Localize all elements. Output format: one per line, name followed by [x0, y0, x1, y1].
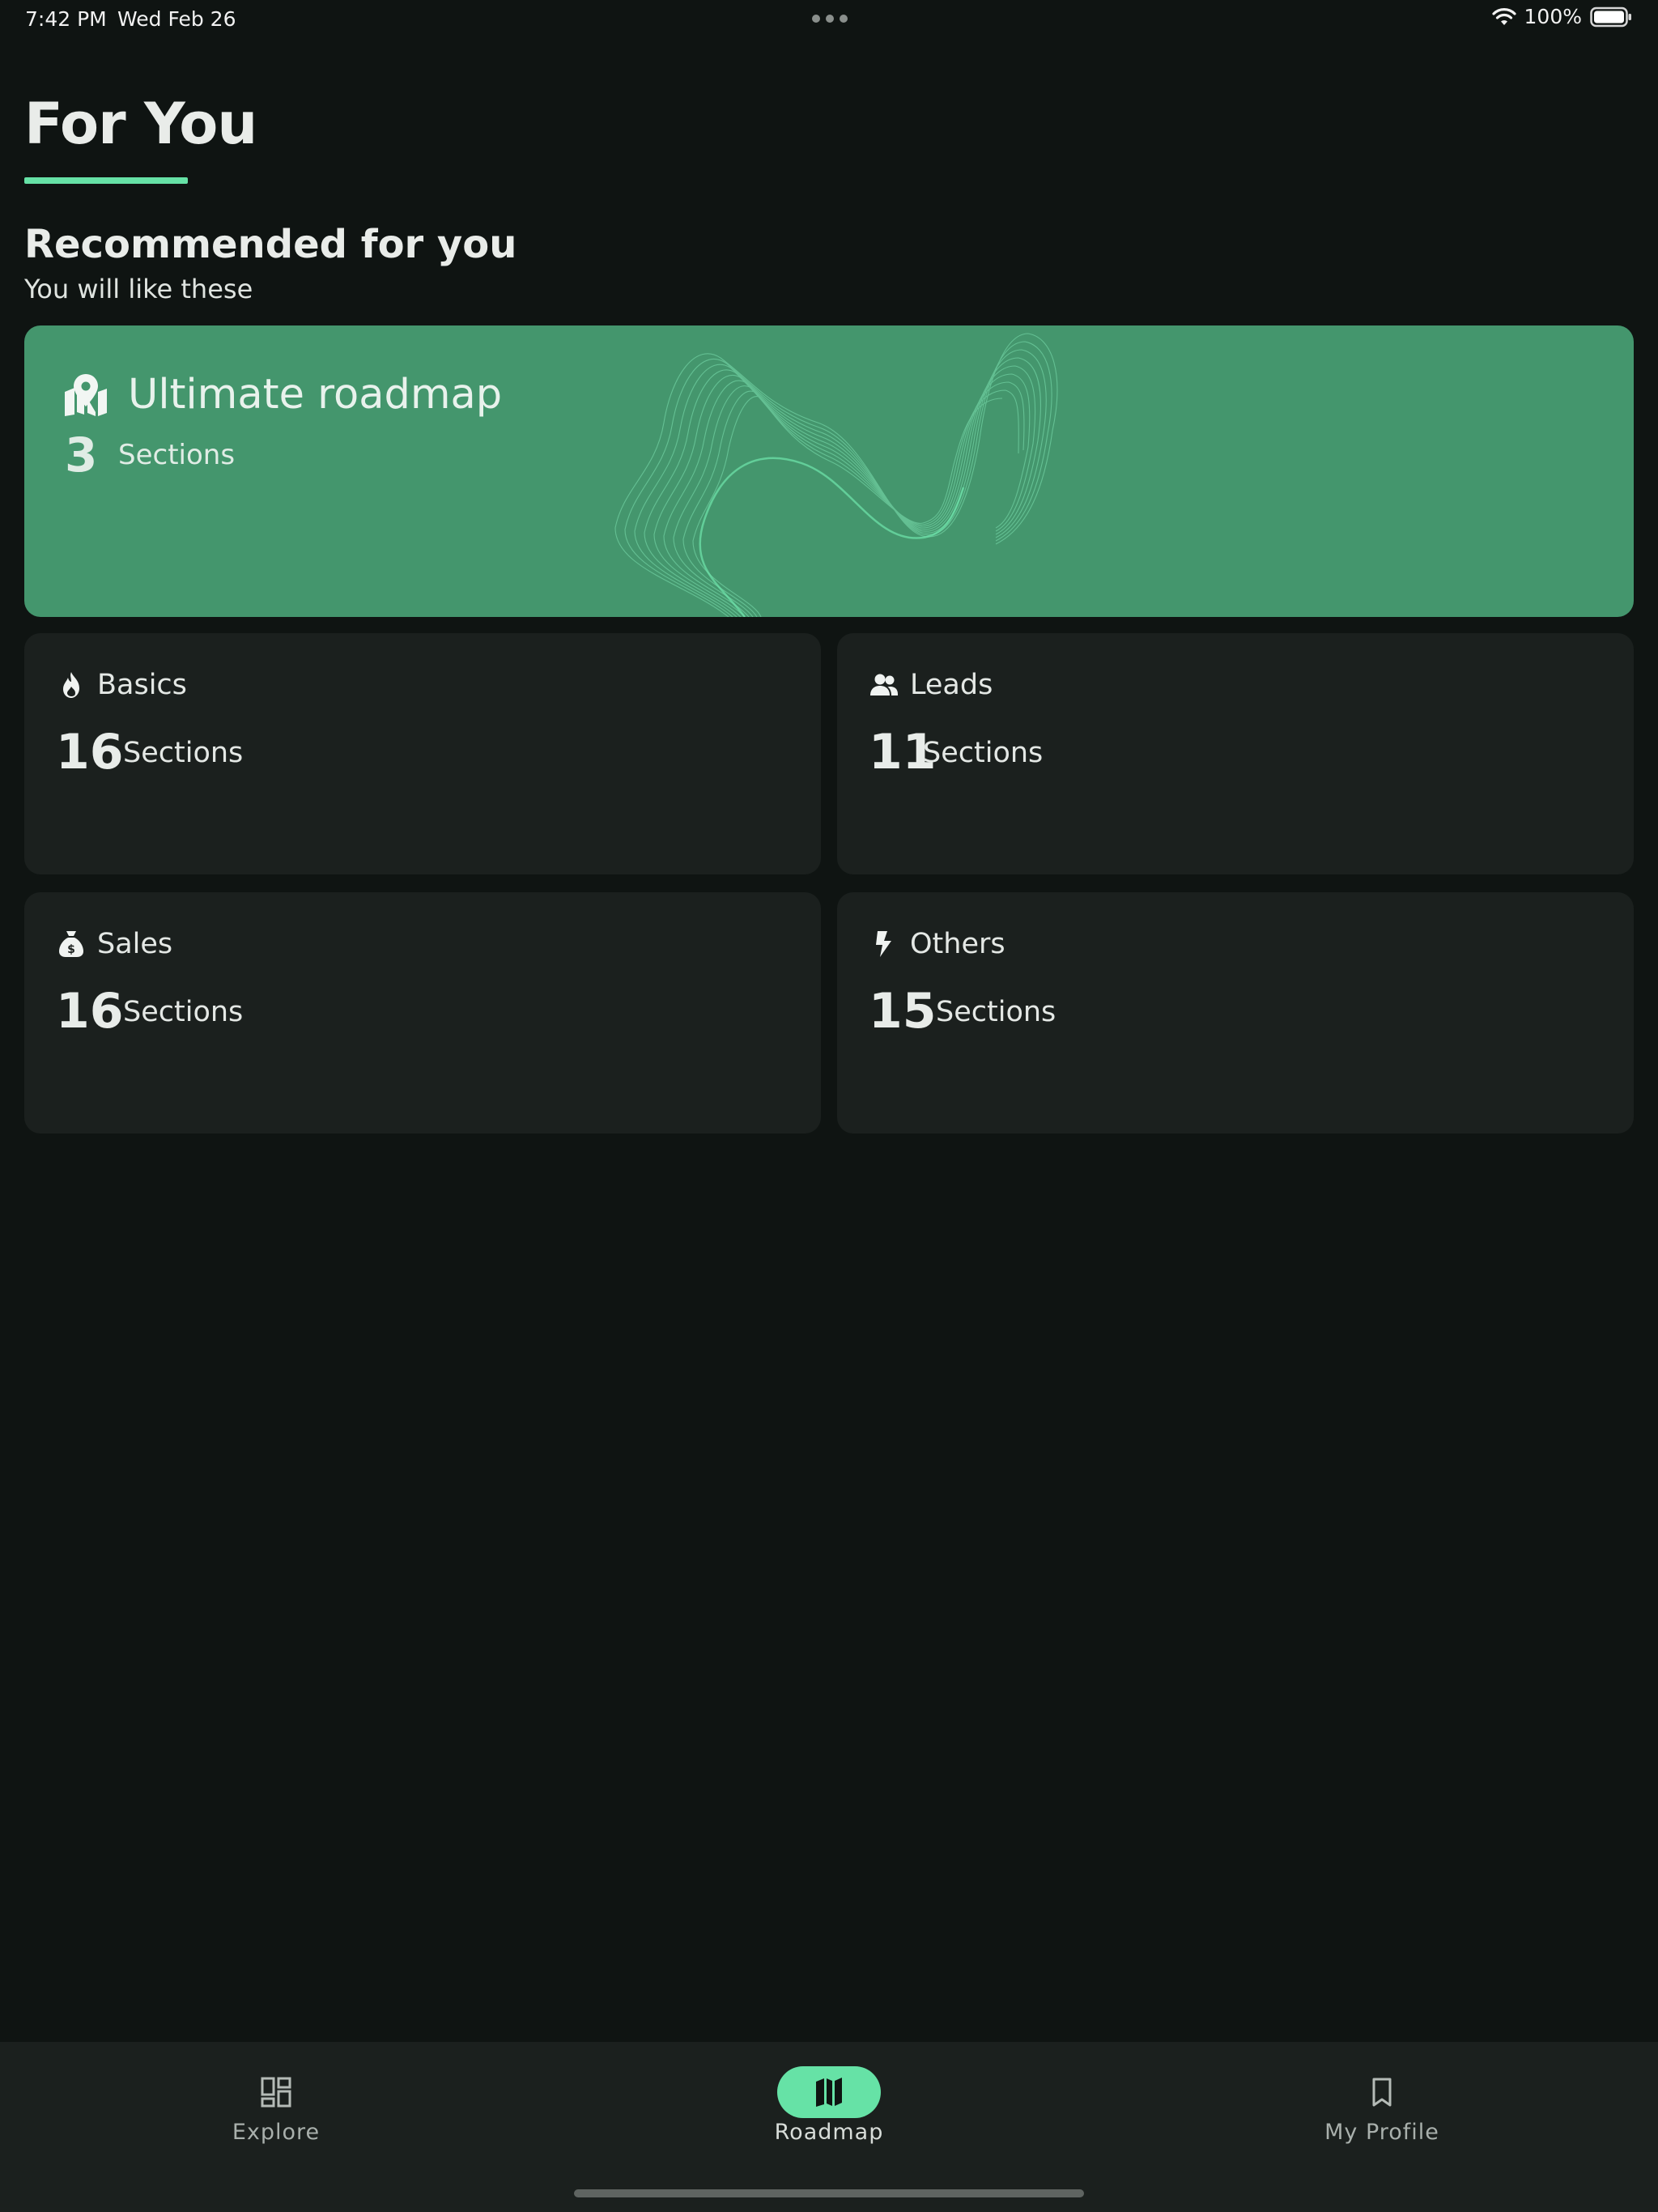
nav-label-explore: Explore: [232, 2120, 321, 2145]
category-card-basics[interactable]: Basics 16 Sections: [24, 633, 821, 874]
wave-pattern-graphic: [614, 333, 1058, 617]
category-sections-label: Sections: [123, 737, 244, 769]
battery-percentage: 100%: [1524, 5, 1582, 28]
nav-item-my-profile[interactable]: My Profile: [1261, 2042, 1503, 2155]
nav-icon-container: [1330, 2066, 1434, 2118]
nav-label-roadmap: Roadmap: [774, 2120, 884, 2145]
featured-roadmap-card[interactable]: Ultimate roadmap 3 Sections: [24, 325, 1634, 617]
nav-label-my-profile: My Profile: [1324, 2120, 1439, 2145]
nav-item-explore[interactable]: Explore: [155, 2042, 397, 2155]
battery-icon: [1590, 6, 1631, 27]
multitasking-dots[interactable]: [812, 15, 848, 23]
category-label: Others: [910, 928, 1005, 960]
nav-icon-container: [224, 2066, 328, 2118]
money-bag-icon: $: [59, 931, 83, 957]
category-label: Basics: [97, 669, 187, 701]
category-section-count: 16: [56, 724, 124, 781]
nav-icon-container-active: [777, 2066, 881, 2118]
category-card-leads[interactable]: Leads 11 Sections: [837, 633, 1634, 874]
category-card-sales[interactable]: $ Sales 16 Sections: [24, 892, 821, 1134]
category-sections-label: Sections: [936, 996, 1056, 1028]
category-section-count: 15: [869, 983, 937, 1040]
svg-text:$: $: [67, 943, 75, 956]
status-date: Wed Feb 26: [117, 7, 236, 31]
category-sections-label: Sections: [923, 737, 1044, 769]
map-pin-icon: [65, 374, 107, 416]
nav-item-roadmap[interactable]: Roadmap: [708, 2042, 950, 2155]
featured-section-count: 3: [65, 428, 98, 483]
page-title: For You: [24, 91, 257, 157]
users-icon: [870, 674, 898, 696]
map-icon: [816, 2078, 842, 2107]
title-underline: [24, 177, 188, 184]
status-time: 7:42 PM: [25, 7, 107, 31]
bolt-icon: [876, 931, 891, 957]
flame-icon: [63, 672, 79, 698]
section-subtitle: You will like these: [24, 274, 253, 304]
category-label: Sales: [97, 928, 173, 960]
featured-sections-label: Sections: [118, 439, 236, 471]
status-indicators: 100%: [1491, 5, 1632, 28]
bottom-navigation: Explore Roadmap My Profile: [0, 2042, 1658, 2212]
app-screen: 7:42 PM Wed Feb 26 100% For You Recommen…: [0, 0, 1658, 2212]
section-title: Recommended for you: [24, 222, 517, 267]
category-section-count: 16: [56, 983, 124, 1040]
home-indicator[interactable]: [574, 2189, 1084, 2197]
wifi-icon: [1491, 7, 1516, 25]
bookmark-icon: [1372, 2078, 1392, 2107]
category-sections-label: Sections: [123, 996, 244, 1028]
category-card-others[interactable]: Others 15 Sections: [837, 892, 1634, 1134]
category-label: Leads: [910, 669, 993, 701]
dashboard-icon: [261, 2077, 291, 2108]
featured-title: Ultimate roadmap: [128, 371, 503, 419]
status-bar: 7:42 PM Wed Feb 26 100%: [0, 0, 1658, 40]
